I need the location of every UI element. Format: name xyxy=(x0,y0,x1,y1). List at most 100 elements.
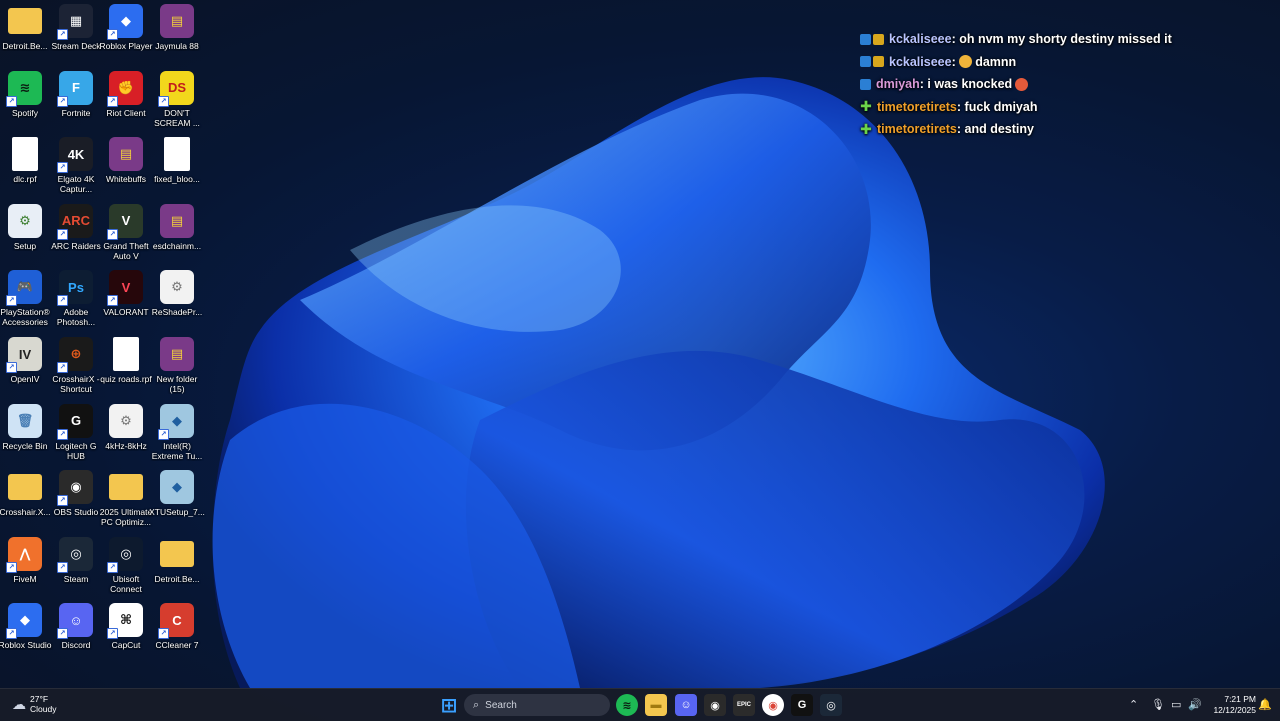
desktop-icon-label: fixed_bloo... xyxy=(154,174,200,185)
notification-icon[interactable]: 🔔 xyxy=(1258,698,1272,711)
desktop-icon-elgato-4k-captur[interactable]: 4K ↗ Elgato 4K Captur... xyxy=(51,137,101,194)
desktop-icon-label: New folder (15) xyxy=(156,374,198,394)
desktop-icon-setup[interactable]: ⚙ Setup xyxy=(0,203,50,251)
desktop-icon-playstation-accessories[interactable]: 🎮 ↗ PlayStation® Accessories xyxy=(0,270,50,327)
capcut-icon: ⌘ ↗ xyxy=(107,603,143,640)
epic-games-icon[interactable]: EPIC xyxy=(733,694,755,716)
prime-badge-icon xyxy=(860,78,871,90)
desktop-icon-fixed-bloo[interactable]: fixed_bloo... xyxy=(152,137,202,184)
spotify-icon: ≋ ↗ xyxy=(6,70,42,107)
desktop-icon-valorant[interactable]: V ↗ VALORANT xyxy=(101,270,151,317)
logitech-g-hub-icon: G ↗ xyxy=(57,403,93,440)
shortcut-arrow-icon: ↗ xyxy=(107,95,118,107)
obs-studio-icon: ◉ ↗ xyxy=(57,470,93,507)
ubisoft-connect-icon: ◎ ↗ xyxy=(107,536,143,573)
chat-message: kckaliseee: damnn xyxy=(860,51,1260,74)
desktop-icon-don-t-scream[interactable]: DS ↗ DON'T SCREAM ... xyxy=(152,70,202,128)
desktop-icon-fortnite[interactable]: F ↗ Fortnite xyxy=(51,70,101,118)
clock-time: 7:21 PM xyxy=(1224,694,1256,704)
desktop-icon-stream-deck[interactable]: ▦ ↗ Stream Deck xyxy=(51,4,101,51)
desktop-icon-openiv[interactable]: IV ↗ OpenIV xyxy=(0,337,50,384)
shortcut-arrow-icon: ↗ xyxy=(158,428,169,440)
desktop-icon-label: ReShadePr... xyxy=(151,307,203,318)
desktop-icon-dlc-rpf[interactable]: dlc.rpf xyxy=(0,137,50,184)
desktop-icon-riot-client[interactable]: ✊ ↗ Riot Client xyxy=(101,70,151,118)
shortcut-arrow-icon: ↗ xyxy=(107,561,118,573)
desktop-icon-steam[interactable]: ◎ ↗ Steam xyxy=(51,536,101,584)
desktop-icon-esdchainm[interactable]: ▤ esdchainm... xyxy=(152,203,202,251)
desktop-icon-label: XTUSetup_7... xyxy=(149,507,205,518)
taskbar-search-box[interactable]: ⌕ Search xyxy=(464,694,610,716)
jaymula-88-icon: ▤ xyxy=(160,4,194,38)
desktop-icon-2025-ultimate-pc-optimiz[interactable]: 2025 Ultimate PC Optimiz... xyxy=(100,470,152,527)
desktop-icon-crosshairx-shortcut[interactable]: ⊕ ↗ CrosshairX - Shortcut xyxy=(51,337,101,394)
logitech-taskbar-icon[interactable]: G xyxy=(791,694,813,716)
weather-widget[interactable]: ☁ 27°F Cloudy xyxy=(12,694,56,714)
search-icon: ⌕ xyxy=(473,698,480,711)
desktop-icon-recycle-bin[interactable]: 🗑 Recycle Bin xyxy=(0,403,50,451)
chrome-taskbar-icon[interactable]: ◉ xyxy=(762,694,784,716)
desktop-icon-4khz-8khz[interactable]: ⚙ 4kHz-8kHz xyxy=(101,403,151,451)
obs-taskbar-icon[interactable]: ◉ xyxy=(704,694,726,716)
dlc-rpf-icon xyxy=(12,137,38,172)
desktop-icon-whitebuffs[interactable]: ▤ Whitebuffs xyxy=(101,137,151,184)
desktop-icon-label: Whitebuffs xyxy=(105,174,146,185)
desktop-icon-label: Roblox Player xyxy=(99,41,153,51)
chat-message: ✚ timetoretirets: and destiny xyxy=(860,118,1260,141)
desktop-icon-label: 2025 Ultimate PC Optimiz... xyxy=(99,507,153,528)
network-icon[interactable]: ▭ xyxy=(1171,698,1181,711)
xtusetup-7-icon: ◆ xyxy=(160,470,194,505)
desktop-icon-label: Detroit.Be... xyxy=(154,573,200,584)
desktop-icon-xtusetup-7[interactable]: ◆ XTUSetup_7... xyxy=(149,470,205,517)
desktop-icon-ubisoft-connect[interactable]: ◎ ↗ Ubisoft Connect xyxy=(101,536,151,594)
desktop-icon-capcut[interactable]: ⌘ ↗ CapCut xyxy=(101,603,151,650)
weather-temp: 27°F xyxy=(30,694,49,704)
discord-taskbar-icon[interactable]: ☺ xyxy=(675,694,697,716)
desktop-icon-new-folder-15[interactable]: ▤ New folder (15) xyxy=(152,337,202,394)
desktop-icon-label: dlc.rpf xyxy=(13,174,37,185)
desktop-icon-intel-r-extreme-tu[interactable]: ◆ ↗ Intel(R) Extreme Tu... xyxy=(152,403,202,461)
file-explorer-icon[interactable]: ▬ xyxy=(645,694,667,716)
desktop-icon-obs-studio[interactable]: ◉ ↗ OBS Studio xyxy=(51,470,101,517)
spotify-taskbar-icon[interactable]: ≋ xyxy=(616,694,638,716)
plus-badge-icon: ✚ xyxy=(860,98,872,115)
plus-badge-icon: ✚ xyxy=(860,120,872,137)
quiz-roads-rpf-icon xyxy=(113,337,139,371)
prime-badge-icon xyxy=(860,56,871,68)
volume-icon[interactable]: 🔊 xyxy=(1188,698,1202,711)
desktop-icon-roblox-player[interactable]: ◆ ↗ Roblox Player xyxy=(100,4,152,51)
start-button[interactable]: ⊞ xyxy=(438,694,460,717)
desktop-icon-quiz-roads-rpf[interactable]: quiz roads.rpf xyxy=(100,337,152,384)
desktop-icon-label: Setup xyxy=(13,240,37,251)
desktop-icon-logitech-g-hub[interactable]: G ↗ Logitech G HUB xyxy=(51,403,101,461)
desktop-icon-label: PlayStation® Accessories xyxy=(0,307,50,328)
desktop-icon-crosshair-x[interactable]: Crosshair.X... xyxy=(0,470,51,517)
desktop-icon-label: Recycle Bin xyxy=(2,440,48,451)
steam-taskbar-icon[interactable]: ◎ xyxy=(820,694,842,716)
chat-message: dmiyah: i was knocked xyxy=(860,73,1260,96)
desktop-icon-detroit-be[interactable]: Detroit.Be... xyxy=(152,537,202,584)
crosshair-x-icon xyxy=(8,474,42,501)
microphone-icon[interactable]: 🎙 xyxy=(1151,698,1165,711)
desktop-icon-reshadepr[interactable]: ⚙ ReShadePr... xyxy=(152,270,202,317)
desktop-icon-label: Ubisoft Connect xyxy=(110,573,142,594)
fortnite-icon: F ↗ xyxy=(57,70,93,107)
shortcut-arrow-icon: ↗ xyxy=(107,228,118,240)
desktop-icon-spotify[interactable]: ≋ ↗ Spotify xyxy=(0,70,50,118)
desktop-icon-ccleaner-7[interactable]: C ↗ CCleaner 7 xyxy=(152,603,202,650)
desktop-icon-discord[interactable]: ☺ ↗ Discord xyxy=(51,603,101,650)
desktop-icon-adobe-photosh[interactable]: Ps ↗ Adobe Photosh... xyxy=(51,270,101,327)
desktop-icon-roblox-studio[interactable]: ◆ ↗ Roblox Studio xyxy=(0,603,51,650)
desktop-icon-arc-raiders[interactable]: ARC ↗ ARC Raiders xyxy=(51,203,101,251)
desktop-icon-jaymula-88[interactable]: ▤ Jaymula 88 xyxy=(152,4,202,51)
taskbar: ☁ 27°F Cloudy ⊞ ≋ ▬ ☺ ◉ EPIC ◉ G ◎ ⌕ Search ⌃ 🎙 … xyxy=(0,688,1280,721)
desktop-icon-grand-theft-auto-v[interactable]: V ↗ Grand Theft Auto V xyxy=(101,203,151,261)
desktop-icon-detroit-be[interactable]: Detroit.Be... xyxy=(0,4,50,51)
riot-client-icon: ✊ ↗ xyxy=(107,70,143,107)
shortcut-arrow-icon: ↗ xyxy=(57,228,68,240)
desktop-icon-fivem[interactable]: ⋀ ↗ FiveM xyxy=(0,536,50,584)
desktop-icon-label: Jaymula 88 xyxy=(155,41,199,51)
chevron-up-icon[interactable]: ⌃ xyxy=(1129,698,1138,711)
new-folder-15-icon: ▤ xyxy=(160,337,194,371)
clock[interactable]: 7:21 PM 12/12/2025 xyxy=(1206,694,1256,716)
